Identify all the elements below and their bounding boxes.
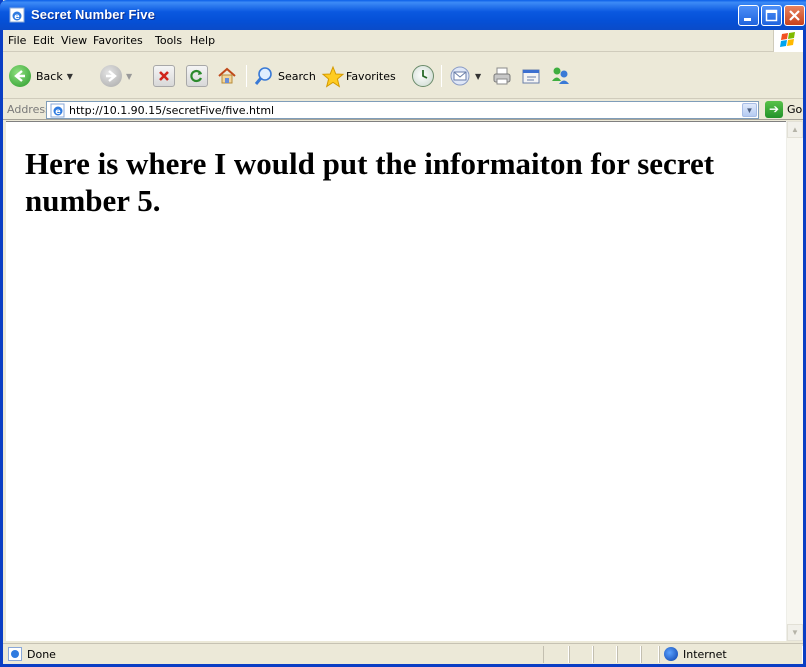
- address-dropdown-button[interactable]: ▼: [742, 103, 757, 117]
- vertical-scrollbar[interactable]: ▲ ▼: [786, 121, 803, 641]
- search-button[interactable]: Search: [253, 63, 316, 89]
- history-button[interactable]: [412, 63, 434, 89]
- toolbar-separator: [246, 65, 247, 87]
- messenger-button[interactable]: [549, 63, 571, 89]
- close-button[interactable]: [784, 5, 805, 26]
- edit-icon: [520, 65, 542, 87]
- back-button[interactable]: Back ▼: [9, 63, 73, 89]
- go-button[interactable]: ➔ Go: [765, 101, 802, 118]
- history-icon: [412, 65, 434, 87]
- internet-zone-icon: [664, 647, 678, 661]
- favorites-star-icon: [321, 65, 345, 88]
- favorites-button[interactable]: Favorites: [321, 63, 396, 89]
- status-cell: [543, 646, 569, 663]
- close-icon: [789, 10, 800, 21]
- ie-page-icon: e: [50, 103, 65, 118]
- go-arrow-icon: ➔: [765, 101, 783, 118]
- mail-dropdown-icon[interactable]: ▼: [475, 72, 481, 81]
- maximize-button[interactable]: [761, 5, 782, 26]
- svg-text:e: e: [55, 107, 61, 116]
- svg-text:e: e: [14, 12, 20, 21]
- status-cell: [593, 646, 617, 663]
- stop-icon: [153, 65, 175, 87]
- address-input[interactable]: e http://10.1.90.15/secretFive/five.html…: [46, 101, 759, 119]
- status-cell: [617, 646, 641, 663]
- chevron-down-icon: ▼: [745, 106, 754, 115]
- forward-dropdown-icon[interactable]: ▼: [126, 72, 132, 81]
- refresh-icon: [186, 65, 208, 87]
- windows-logo: [773, 30, 803, 52]
- page-heading: Here is where I would put the informaito…: [25, 146, 715, 218]
- menu-help[interactable]: Help: [190, 34, 215, 47]
- windows-logo-icon: [780, 32, 795, 47]
- home-button[interactable]: [216, 63, 238, 89]
- go-label: Go: [787, 103, 803, 116]
- scroll-down-button[interactable]: ▼: [787, 624, 803, 641]
- menu-favorites[interactable]: Favorites: [93, 34, 143, 47]
- menu-edit[interactable]: Edit: [33, 34, 54, 47]
- menu-view[interactable]: View: [61, 34, 87, 47]
- back-label: Back: [36, 69, 63, 83]
- back-icon: [9, 65, 31, 87]
- maximize-icon: [765, 9, 778, 22]
- forward-icon: [100, 65, 122, 87]
- address-label: Address: [7, 103, 51, 116]
- zone-text: Internet: [683, 648, 727, 661]
- mail-icon: [449, 65, 471, 87]
- ie-page-icon: [8, 647, 22, 661]
- menu-bar: File Edit View Favorites Tools Help: [3, 30, 803, 52]
- menu-file[interactable]: File: [8, 34, 26, 47]
- status-text: Done: [27, 648, 56, 661]
- status-cell: [569, 646, 593, 663]
- stop-button[interactable]: [153, 63, 175, 89]
- minimize-button[interactable]: [738, 5, 759, 26]
- mail-button[interactable]: ▼: [449, 63, 481, 89]
- edit-button[interactable]: [520, 63, 542, 89]
- print-button[interactable]: [491, 63, 513, 89]
- window-title: Secret Number Five: [31, 7, 155, 22]
- minimize-icon: [744, 18, 751, 21]
- browser-window: e Secret Number Five File Edit View Favo…: [0, 0, 806, 667]
- chevron-down-icon: ▼: [791, 628, 799, 637]
- title-bar[interactable]: e Secret Number Five: [0, 0, 806, 30]
- scroll-up-button[interactable]: ▲: [787, 121, 803, 138]
- page-content: Here is where I would put the informaito…: [6, 121, 786, 641]
- search-label: Search: [278, 69, 316, 83]
- chevron-up-icon: ▲: [791, 125, 799, 134]
- home-icon: [216, 65, 238, 87]
- messenger-icon: [549, 65, 571, 87]
- zone-cell: [659, 646, 803, 663]
- address-url: http://10.1.90.15/secretFive/five.html: [69, 104, 275, 117]
- status-cell: [641, 646, 659, 663]
- menu-tools[interactable]: Tools: [155, 34, 182, 47]
- refresh-button[interactable]: [186, 63, 208, 89]
- ie-page-icon: e: [9, 7, 25, 23]
- forward-button[interactable]: ▼: [100, 63, 132, 89]
- status-bar: Done Internet: [3, 643, 803, 664]
- toolbar-separator: [441, 65, 442, 87]
- back-dropdown-icon[interactable]: ▼: [67, 72, 73, 81]
- standard-toolbar: Back ▼ ▼ Search Favorites ▼: [3, 53, 803, 99]
- print-icon: [491, 65, 513, 87]
- search-icon: [253, 65, 275, 87]
- address-bar: Address e http://10.1.90.15/secretFive/f…: [3, 100, 803, 120]
- favorites-label: Favorites: [346, 69, 396, 83]
